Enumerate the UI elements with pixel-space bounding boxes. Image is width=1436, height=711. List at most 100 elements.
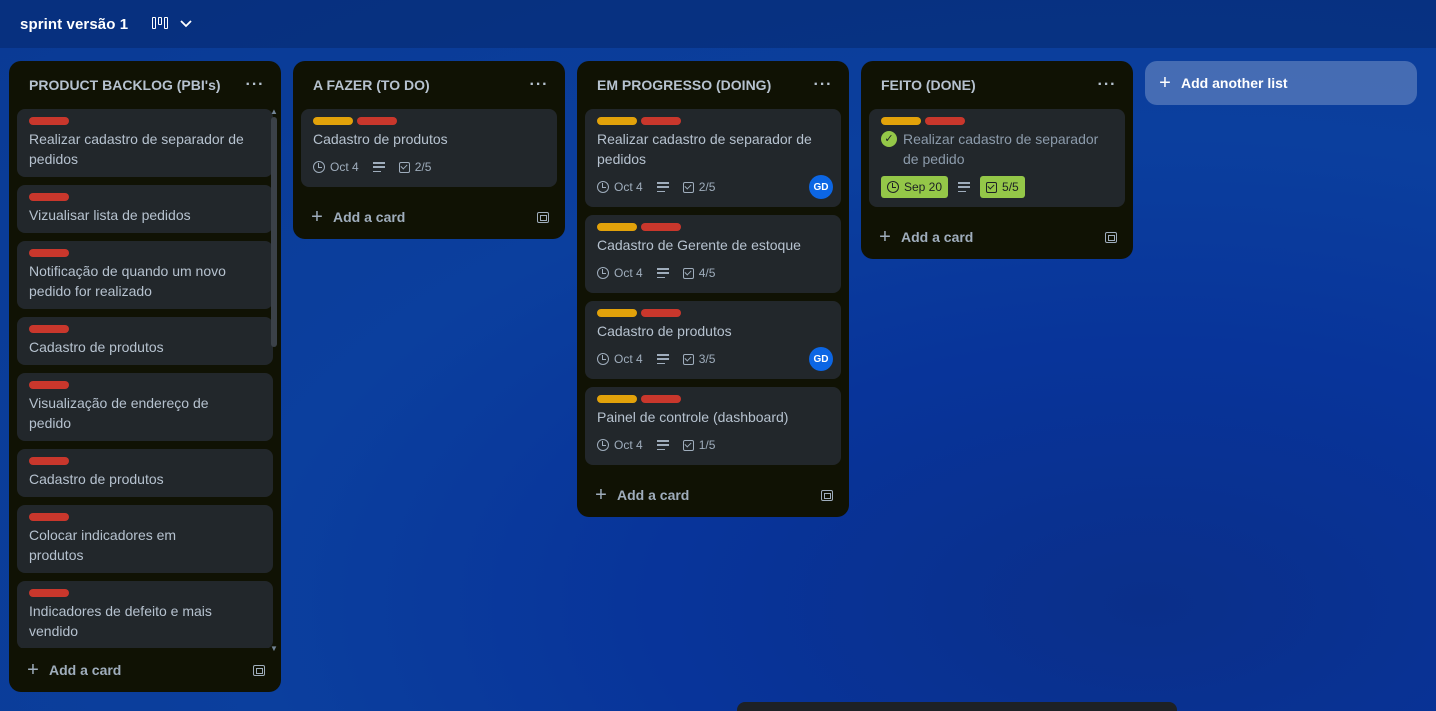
scrollbar-thumb[interactable] [271,117,277,347]
label-red[interactable] [29,589,69,597]
add-card-row: + Add a card [861,215,1133,259]
label-yellow[interactable] [597,223,637,231]
plus-icon: + [595,484,607,506]
label-yellow[interactable] [313,117,353,125]
board-header: sprint versão 1 [0,0,1436,48]
clock-icon [597,439,609,451]
label-red[interactable] [29,381,69,389]
due-date-badge[interactable]: Oct 4 [597,438,643,452]
card[interactable]: Realizar cadastro de separador de pedido… [585,109,841,207]
member-avatar[interactable]: GD [809,347,833,371]
card-template-icon[interactable] [821,489,833,501]
card-title: Cadastro de produtos [313,131,448,147]
due-date-badge[interactable]: Oct 4 [597,352,643,366]
card[interactable]: Cadastro de produtos [17,449,273,497]
label-yellow[interactable] [597,117,637,125]
list-title[interactable]: PRODUCT BACKLOG (PBI's) [29,77,221,93]
card[interactable]: Painel de controle (dashboard) Oct 4 1/5 [585,387,841,465]
checklist-icon [682,267,694,279]
due-date-badge[interactable]: Oct 4 [313,160,359,174]
description-icon [656,440,669,450]
label-red[interactable] [29,193,69,201]
card[interactable]: Cadastro de produtos [17,317,273,365]
card-badges: Sep 20 5/5 [881,175,1113,199]
card[interactable]: Visualização de endereço de pedido [17,373,273,441]
label-red[interactable] [29,457,69,465]
label-red[interactable] [29,117,69,125]
clock-icon [887,181,899,193]
bottom-toolbar [737,702,1177,711]
checklist-icon [398,161,410,173]
list-menu-button[interactable]: ··· [525,71,553,99]
checklist-count: 1/5 [698,438,716,452]
list-title[interactable]: EM PROGRESSO (DOING) [597,77,771,93]
scroll-down-icon[interactable]: ▼ [270,644,278,653]
label-red[interactable] [641,223,681,231]
add-another-list-button[interactable]: + Add another list [1145,61,1417,105]
checklist-icon [682,353,694,365]
due-date: Oct 4 [614,352,643,366]
card-title: Realizar cadastro de separador de pedido [903,131,1099,167]
due-date-badge[interactable]: Oct 4 [597,266,643,280]
due-date: Oct 4 [614,266,643,280]
complete-check-icon[interactable]: ✓ [881,131,897,147]
card[interactable]: ✓ Realizar cadastro de separador de pedi… [869,109,1125,207]
due-date-badge[interactable]: Sep 20 [881,176,949,198]
list-title[interactable]: A FAZER (TO DO) [313,77,430,93]
card-labels [29,381,261,389]
card-labels [313,117,545,125]
label-red[interactable] [641,309,681,317]
checklist-count: 3/5 [698,352,716,366]
card-title: Cadastro de produtos [597,323,732,339]
label-red[interactable] [29,513,69,521]
list-scrollbar[interactable]: ▲ ▼ [270,107,278,653]
plus-icon: + [311,206,323,228]
board-view-icon [152,17,170,31]
due-date: Oct 4 [614,438,643,452]
list-menu-button[interactable]: ··· [809,71,837,99]
add-card-button[interactable]: + Add a card [877,227,973,247]
card-template-icon[interactable] [253,664,265,676]
card[interactable]: Cadastro de Gerente de estoque Oct 4 4/5 [585,215,841,293]
add-card-row: + Add a card [577,473,849,517]
list-menu-button[interactable]: ··· [241,71,269,99]
card[interactable]: Cadastro de produtos Oct 4 3/5 GD [585,301,841,379]
add-card-button[interactable]: + Add a card [25,660,121,680]
card[interactable]: Vizualisar lista de pedidos [17,185,273,233]
member-avatar[interactable]: GD [809,175,833,199]
list-doing: EM PROGRESSO (DOING) ··· Realizar cadast… [577,61,849,517]
label-red[interactable] [641,395,681,403]
card[interactable]: Indicadores de defeito e mais vendido [17,581,273,648]
card-labels [881,117,1113,125]
add-card-button[interactable]: + Add a card [309,207,405,227]
card-labels [29,457,261,465]
label-yellow[interactable] [881,117,921,125]
label-yellow[interactable] [597,395,637,403]
card-badges: Oct 4 3/5 GD [597,347,833,371]
label-yellow[interactable] [597,309,637,317]
label-red[interactable] [925,117,965,125]
label-red[interactable] [357,117,397,125]
card-labels [597,117,829,125]
due-date-badge[interactable]: Oct 4 [597,180,643,194]
scroll-up-icon[interactable]: ▲ [270,107,278,116]
card[interactable]: Realizar cadastro de separador de pedido… [17,109,273,177]
card-title: Realizar cadastro de separador de pedido… [29,131,244,167]
checklist-badge: 1/5 [682,438,716,452]
list-header: A FAZER (TO DO) ··· [293,61,565,109]
list-menu-button[interactable]: ··· [1093,71,1121,99]
card-title: Indicadores de defeito e mais vendido [29,603,212,639]
board-view-switcher[interactable] [152,17,192,31]
card-template-icon[interactable] [1105,231,1117,243]
label-red[interactable] [29,249,69,257]
label-red[interactable] [29,325,69,333]
card-badges: Oct 4 2/5 [313,155,545,179]
board-title[interactable]: sprint versão 1 [20,16,128,33]
card[interactable]: Notificação de quando um novo pedido for… [17,241,273,309]
card[interactable]: Colocar indicadores em produtos [17,505,273,573]
add-card-button[interactable]: + Add a card [593,485,689,505]
list-title[interactable]: FEITO (DONE) [881,77,976,93]
card-template-icon[interactable] [537,211,549,223]
label-red[interactable] [641,117,681,125]
card[interactable]: Cadastro de produtos Oct 4 2/5 [301,109,557,187]
